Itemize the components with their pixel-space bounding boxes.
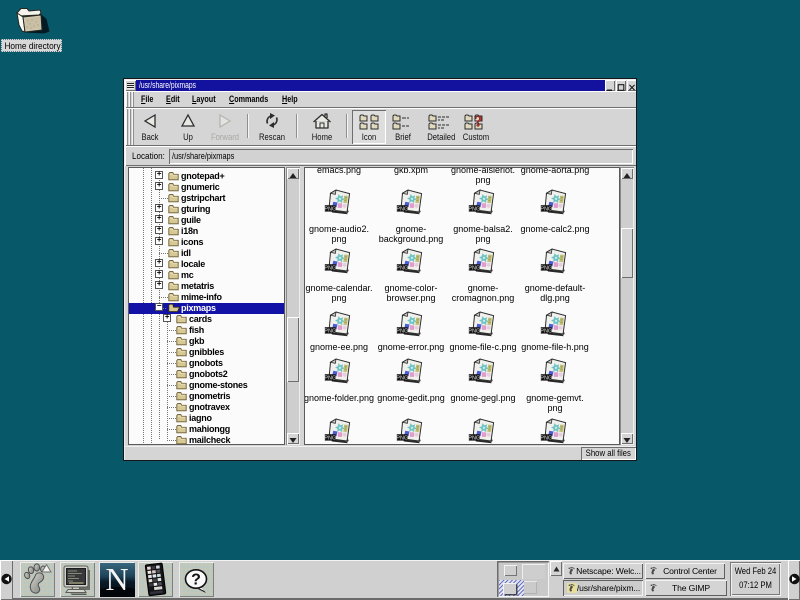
svg-text:?: ? bbox=[191, 572, 201, 589]
svg-text:?: ? bbox=[475, 114, 483, 131]
